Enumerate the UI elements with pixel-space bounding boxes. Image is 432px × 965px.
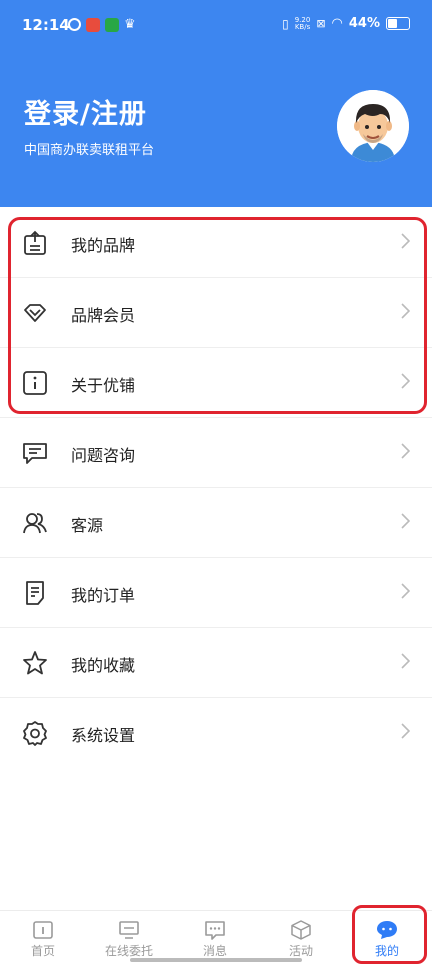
chevron-right-icon xyxy=(401,583,410,599)
status-bar: 12:14 ♛ ▯ 9.20 KB/s ⊠ ◠ 44% xyxy=(0,0,432,50)
menu-item-consult[interactable]: 问题咨询 xyxy=(0,418,432,488)
login-register-title[interactable]: 登录/注册 xyxy=(24,92,147,131)
chat-icon xyxy=(23,443,47,464)
chevron-right-icon xyxy=(401,723,410,739)
profile-header: 12:14 ♛ ▯ 9.20 KB/s ⊠ ◠ 44% 登录/注册 中国商办联卖… xyxy=(0,0,432,207)
tab-label: 首页 xyxy=(30,944,55,958)
vibrate-icon: ▯ xyxy=(282,16,289,31)
menu-item-favorites[interactable]: 我的收藏 xyxy=(0,628,432,698)
menu-item-label: 问题咨询 xyxy=(71,446,136,465)
battery-icon xyxy=(386,17,410,30)
chevron-right-icon xyxy=(401,653,410,669)
gear-icon xyxy=(23,721,47,746)
net-speed-unit: KB/s xyxy=(294,22,311,31)
crown-icon: ♛ xyxy=(124,17,136,32)
platform-subtitle: 中国商办联卖联租平台 xyxy=(24,143,155,158)
avatar[interactable] xyxy=(337,90,409,162)
status-app-icons: ♛ xyxy=(68,18,136,32)
menu-item-settings[interactable]: 系统设置 xyxy=(0,698,432,767)
home-indicator[interactable] xyxy=(130,958,302,962)
tab-activities[interactable]: 活动 xyxy=(258,911,344,965)
highlight-box-tab-mine xyxy=(352,905,427,964)
menu-item-label: 我的订单 xyxy=(71,586,136,605)
chevron-right-icon xyxy=(401,513,410,529)
sim-icon: ⊠ xyxy=(316,17,326,30)
message-icon xyxy=(205,921,225,940)
battery-percent: 44% xyxy=(348,16,380,31)
app-badge-icon xyxy=(105,18,119,32)
status-right: ▯ 9.20 KB/s ⊠ ◠ 44% xyxy=(282,16,410,31)
menu-item-label: 系统设置 xyxy=(71,726,136,745)
menu-item-my-orders[interactable]: 我的订单 xyxy=(0,558,432,628)
status-time: 12:14 xyxy=(22,16,70,34)
star-icon xyxy=(23,651,47,675)
tab-label: 在线委托 xyxy=(104,944,153,958)
cube-icon xyxy=(291,920,311,940)
net-speed: 9.20 KB/s xyxy=(294,16,311,31)
tab-home[interactable]: 首页 xyxy=(0,911,86,965)
menu-item-label: 我的收藏 xyxy=(71,656,136,675)
home-icon xyxy=(33,921,53,939)
menu-item-customers[interactable]: 客源 xyxy=(0,488,432,558)
tab-messages[interactable]: 消息 xyxy=(172,911,258,965)
highlight-box-menu xyxy=(8,217,427,414)
wifi-icon: ◠ xyxy=(331,16,343,31)
menu-item-label: 客源 xyxy=(71,516,104,535)
tab-label: 消息 xyxy=(202,944,227,958)
tab-label: 活动 xyxy=(288,944,313,958)
chevron-right-icon xyxy=(401,443,410,459)
order-icon xyxy=(26,581,44,605)
tab-online-entrust[interactable]: 在线委托 xyxy=(86,911,172,965)
users-icon xyxy=(23,513,47,534)
monitor-icon xyxy=(119,921,139,939)
avatar-illustration-icon xyxy=(337,90,409,162)
app-badge-icon xyxy=(86,18,100,32)
sync-icon xyxy=(68,18,81,31)
